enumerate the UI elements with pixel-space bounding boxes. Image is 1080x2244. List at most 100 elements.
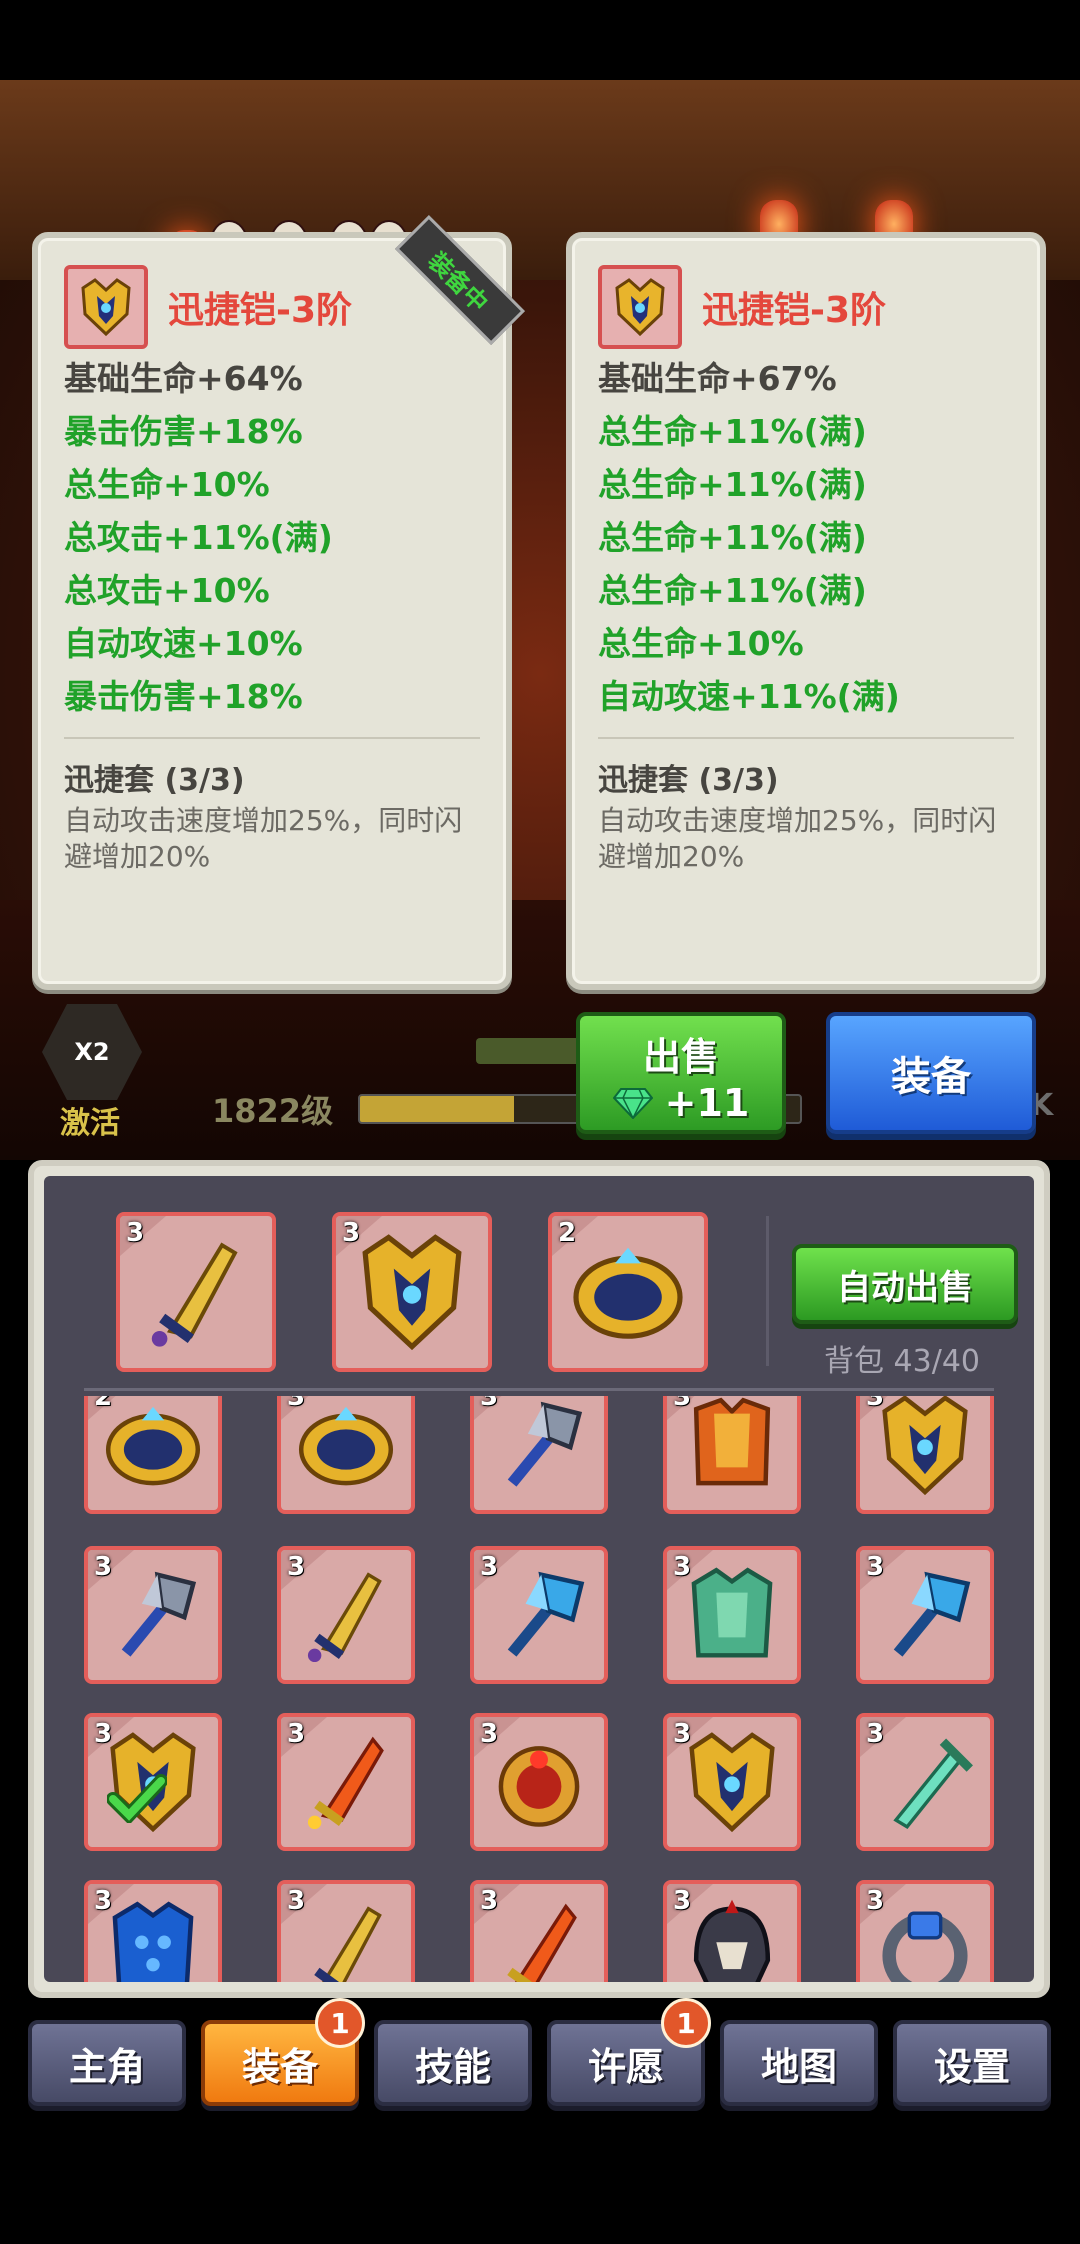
sell-amount: +11 <box>664 1081 750 1125</box>
stat-line: 基础生命+64% <box>64 359 303 398</box>
inventory-slot[interactable]: 3 <box>663 1396 801 1514</box>
dagger-gold-icon <box>307 1572 382 1663</box>
inventory-slot[interactable]: 3 <box>856 1880 994 1982</box>
equip-label: 装备 <box>891 1054 971 1100</box>
auto-sell-button[interactable]: 自动出售 <box>792 1244 1018 1324</box>
multiplier-text: X2 <box>74 1038 110 1066</box>
item-level: 3 <box>866 1719 885 1749</box>
bottom-nav: 主角 装备 1 技能 许愿 1 地图 设置 <box>0 1998 1080 2120</box>
inventory-slot[interactable]: 3 <box>470 1880 608 1982</box>
item-level: 3 <box>287 1396 306 1412</box>
item-level: 3 <box>673 1719 692 1749</box>
armor-blue-icon <box>112 1901 194 1982</box>
item-level: 3 <box>287 1886 306 1916</box>
ring-blue-icon <box>882 1911 968 1982</box>
ring-gold-icon <box>298 1406 394 1486</box>
stat-line: 暴击伤害+18% <box>64 677 303 716</box>
item-name: 迅捷铠-3阶 <box>168 290 352 331</box>
inventory-slot[interactable]: 3 <box>277 1713 415 1851</box>
item-level: 3 <box>673 1396 692 1412</box>
inventory-grid[interactable]: 2 3 3 3 3 3 3 3 3 3 3 3 3 3 3 3 3 3 3 3 <box>44 1396 1034 1982</box>
stat-line: 总攻击+10% <box>64 571 270 610</box>
equip-button[interactable]: 装备 <box>826 1012 1036 1134</box>
stat-line: 总生命+10% <box>64 465 270 504</box>
tab-wish[interactable]: 许愿 1 <box>547 1998 711 2106</box>
item-name: 迅捷铠-3阶 <box>702 290 886 331</box>
armor-gold-icon <box>81 278 131 337</box>
auto-sell-label: 自动出售 <box>837 1267 973 1308</box>
item-level: 3 <box>94 1552 113 1582</box>
armor-green-icon <box>691 1567 773 1658</box>
item-level: 3 <box>866 1886 885 1916</box>
item-level: 3 <box>342 1218 361 1248</box>
stat-line: 总生命+11%(满) <box>598 465 867 504</box>
notification-badge: 1 <box>315 1998 365 2048</box>
inventory-panel: 3 3 2 自动出售 背包 43/40 2 3 3 3 3 3 3 3 3 3 3 3 3 3 3 3 3 3 3 3 <box>28 1160 1050 1998</box>
axe-steel-icon <box>507 1401 583 1487</box>
sell-button[interactable]: 出售 +11 <box>576 1012 786 1134</box>
inventory-slot[interactable]: 3 <box>856 1546 994 1684</box>
stat-line: 自动攻速+11%(满) <box>598 677 900 716</box>
inventory-slot[interactable]: 3 <box>84 1880 222 1982</box>
player-level: 1822级 <box>212 1092 334 1130</box>
divider <box>64 737 480 739</box>
tab-settings[interactable]: 设置 <box>893 2020 1051 2106</box>
armor-gold-icon <box>882 1396 968 1496</box>
item-thumbnail <box>598 265 682 349</box>
stat-line: 总生命+10% <box>598 624 804 663</box>
inventory-slot[interactable]: 3 <box>84 1713 222 1851</box>
axe-steel-icon <box>121 1571 197 1657</box>
item-level: 3 <box>287 1552 306 1582</box>
stat-list: 基础生命+67% 总生命+11%(满) 总生命+11%(满) 总生命+11%(满) 总生… <box>598 352 1014 723</box>
gem-icon <box>612 1088 653 1119</box>
stat-line: 总攻击+11%(满) <box>64 518 333 557</box>
inventory-slot[interactable]: 3 <box>663 1880 801 1982</box>
divider <box>766 1216 769 1366</box>
item-level: 3 <box>673 1886 692 1916</box>
tab-map[interactable]: 地图 <box>720 2020 878 2106</box>
sword-jade-icon <box>893 1738 973 1829</box>
candidate-item-card: 迅捷铠-3阶 基础生命+67% 总生命+11%(满) 总生命+11%(满) 总生命+1… <box>566 232 1046 990</box>
tab-skills[interactable]: 技能 <box>374 2020 532 2106</box>
axe-ice-icon <box>893 1571 971 1657</box>
inventory-slot[interactable]: 3 <box>470 1396 608 1514</box>
item-level: 2 <box>94 1396 113 1412</box>
inventory-slot[interactable]: 3 <box>277 1880 415 1982</box>
stat-line: 总生命+11%(满) <box>598 518 867 557</box>
inventory-slot[interactable]: 3 <box>277 1396 415 1514</box>
inventory-slot[interactable]: 3 <box>470 1713 608 1851</box>
inventory-slot[interactable]: 3 <box>116 1212 276 1372</box>
divider <box>598 737 1014 739</box>
axe-ice-icon <box>507 1571 585 1657</box>
inventory-slot[interactable]: 3 <box>84 1546 222 1684</box>
inventory-slot[interactable]: 3 <box>277 1546 415 1684</box>
inventory-slot[interactable]: 3 <box>856 1396 994 1514</box>
ring-gold-icon <box>573 1247 683 1339</box>
item-level: 3 <box>287 1719 306 1749</box>
stat-line: 总生命+11%(满) <box>598 412 867 451</box>
check-icon <box>107 1773 168 1823</box>
activate-label[interactable]: 激活 <box>60 1098 120 1142</box>
dagger-fire-icon <box>307 1736 384 1830</box>
equipped-item-card: 装备中 迅捷铠-3阶 基础生命+64% 暴击伤害+18% 总生命+10% 总攻击+11… <box>32 214 526 990</box>
inventory-slot[interactable]: 3 <box>856 1713 994 1851</box>
stat-line: 基础生命+67% <box>598 359 837 398</box>
tab-hero[interactable]: 主角 <box>28 2020 186 2106</box>
inventory-slot[interactable]: 3 <box>663 1546 801 1684</box>
tab-equipment[interactable]: 装备 1 <box>201 1998 365 2106</box>
ring-gold-icon <box>105 1406 201 1486</box>
inventory-slot[interactable]: 3 <box>470 1546 608 1684</box>
item-level: 3 <box>480 1719 499 1749</box>
item-level: 3 <box>94 1886 113 1916</box>
item-level: 3 <box>94 1719 113 1749</box>
inventory-slot[interactable]: 2 <box>84 1396 222 1514</box>
item-level: 3 <box>480 1396 499 1412</box>
inventory-slot[interactable]: 2 <box>548 1212 708 1372</box>
armor-orange-icon <box>693 1397 771 1486</box>
inventory-slot[interactable]: 3 <box>663 1713 801 1851</box>
armor-gold-icon <box>615 278 665 337</box>
item-thumbnail <box>64 265 148 349</box>
dagger-gold-icon <box>314 1906 382 1982</box>
inventory-slot[interactable]: 3 <box>332 1212 492 1372</box>
item-level: 3 <box>480 1552 499 1582</box>
